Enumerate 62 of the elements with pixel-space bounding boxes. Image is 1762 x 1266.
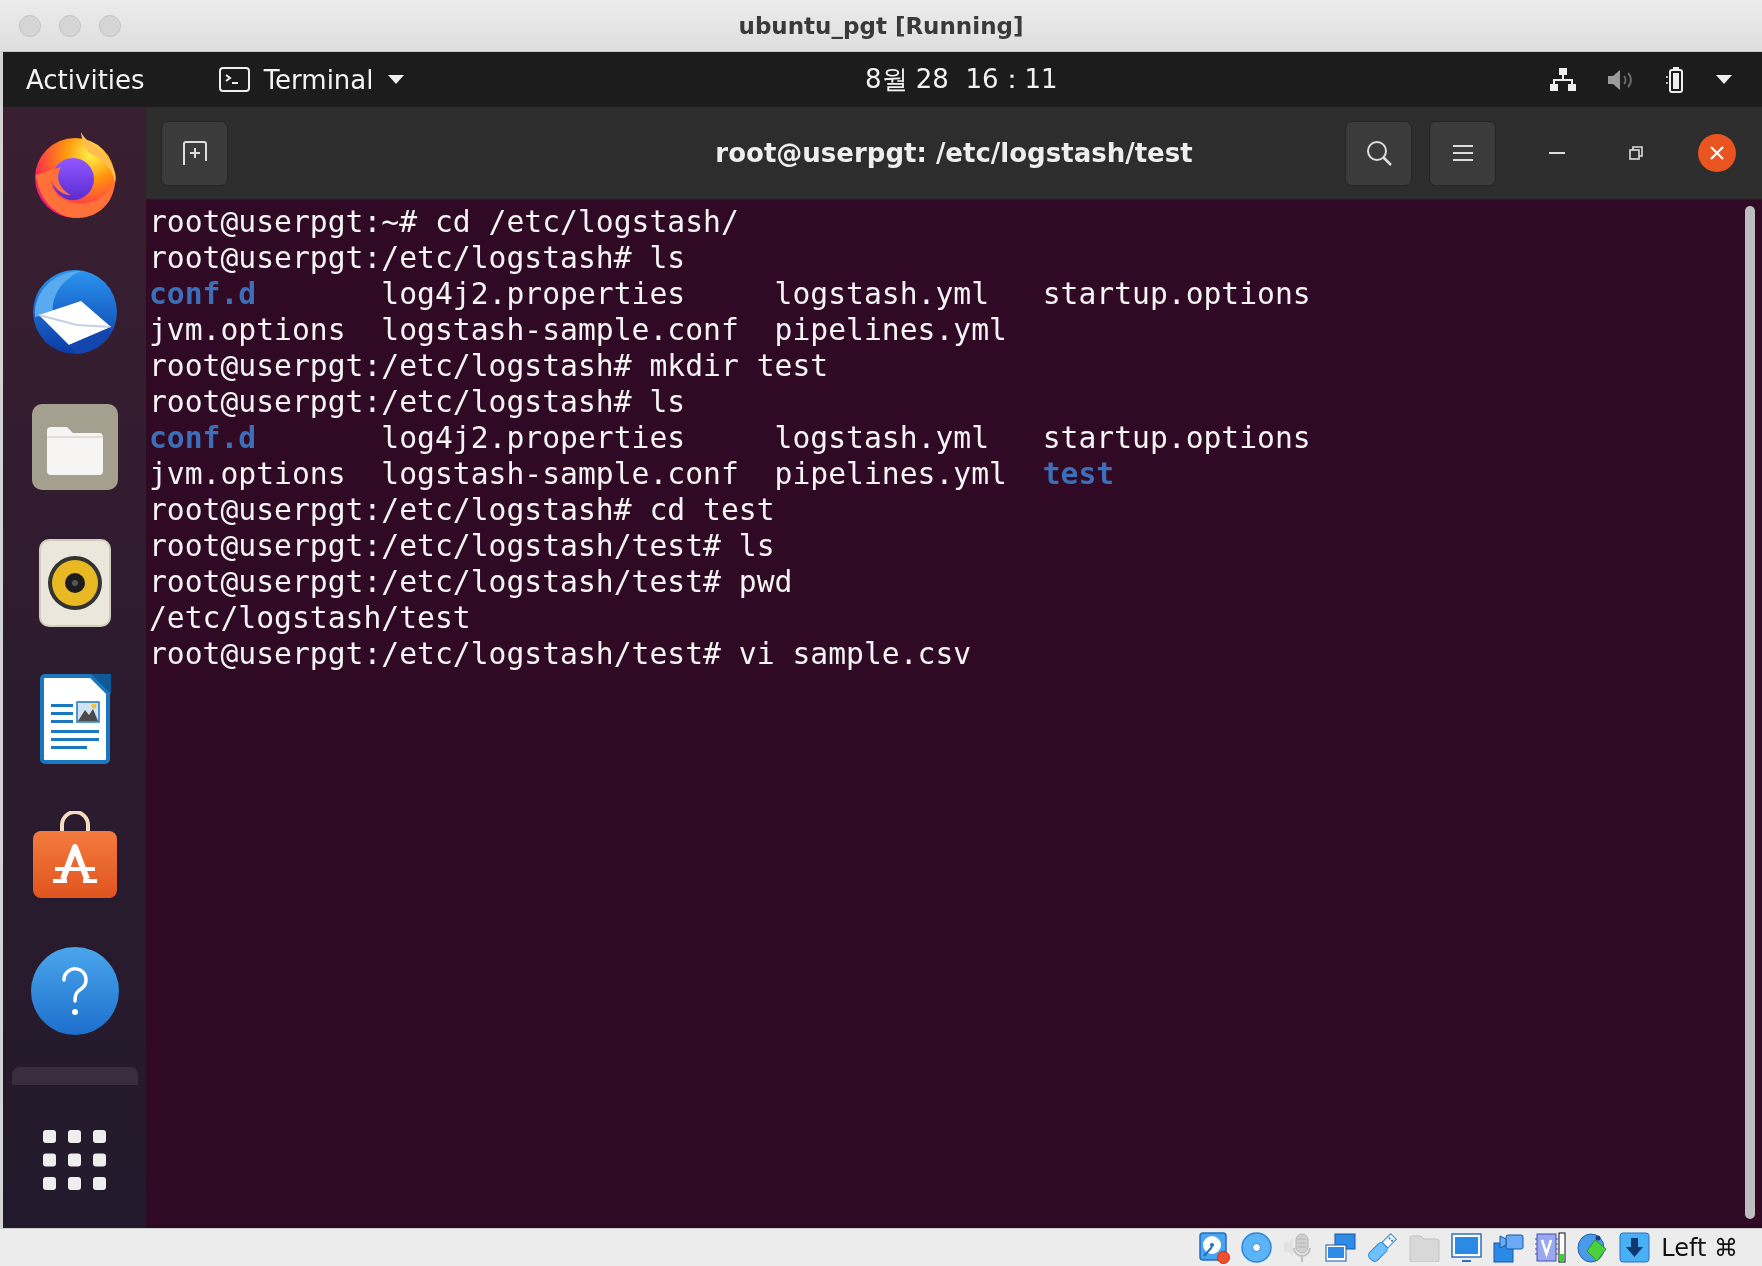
speaker-icon[interactable]: [38, 539, 111, 627]
battery-icon: [1666, 66, 1684, 93]
file-name: jvm.options: [149, 456, 346, 492]
hard-disk-icon[interactable]: [1199, 1231, 1231, 1264]
document-icon[interactable]: [38, 674, 111, 764]
file-name: jvm.options: [149, 312, 346, 348]
menu-icon: [1452, 145, 1473, 161]
search-button[interactable]: [1345, 120, 1412, 186]
directory-name: conf.d: [149, 276, 257, 312]
file-name: pipelines.yml: [774, 312, 1007, 348]
monitors-icon[interactable]: [1325, 1233, 1357, 1262]
camera-icon[interactable]: [1493, 1232, 1525, 1263]
speaker-icon: [1608, 67, 1634, 92]
shopping-bag-icon[interactable]: [30, 811, 119, 899]
caret-icon: [387, 75, 404, 84]
clock-button[interactable]: 8월 28 16：11: [865, 52, 1058, 107]
terminal-line: root@userpgt:/etc/logstash# cd test: [149, 492, 775, 528]
window-title: ubuntu_pgt [Running]: [738, 12, 1024, 39]
file-name: logstash.yml: [774, 420, 990, 456]
help-icon[interactable]: [30, 947, 119, 1035]
usb-plug-icon[interactable]: [1367, 1232, 1399, 1263]
new-tab-button[interactable]: [161, 120, 228, 186]
menu-button[interactable]: [1429, 120, 1496, 186]
tab-plus-icon: [181, 141, 208, 165]
file-name: logstash.yml: [774, 276, 990, 312]
terminal-line: root@userpgt:/etc/logstash/test# ls: [149, 528, 775, 564]
file-name: log4j2.properties: [381, 276, 686, 312]
activities-button[interactable]: Activities: [3, 52, 165, 107]
terminal-line: /etc/logstash/test: [149, 600, 471, 636]
minimize-icon: [1549, 152, 1565, 154]
scroll-bar[interactable]: [1745, 206, 1755, 1219]
directory-name: conf.d: [149, 420, 257, 456]
file-name: pipelines.yml: [774, 456, 1007, 492]
terminal-line: root@userpgt:/etc/logstash# ls: [149, 240, 686, 276]
close-button[interactable]: [1698, 134, 1736, 172]
folder-icon[interactable]: [30, 403, 119, 491]
file-name: startup.options: [1042, 420, 1311, 456]
app-grid-icon[interactable]: [43, 1130, 106, 1190]
envelope-icon[interactable]: [30, 267, 119, 355]
directory-name: test: [1042, 456, 1115, 492]
terminal-icon: [218, 67, 250, 92]
caret-icon: [1716, 75, 1732, 84]
file-name: logstash-sample.conf: [381, 312, 739, 348]
terminal-title: root@userpgt: /etc/logstash/test: [715, 138, 1193, 168]
file-name: logstash-sample.conf: [381, 456, 739, 492]
chip-icon[interactable]: [1535, 1232, 1567, 1263]
close-icon: [1710, 146, 1724, 160]
file-name: startup.options: [1042, 276, 1311, 312]
terminal-line: root@userpgt:/etc/logstash# mkdir test: [149, 348, 829, 384]
network-icon: [1550, 68, 1576, 91]
terminal-line: root@userpgt:/etc/logstash/test# vi sample.csv: [149, 636, 972, 672]
file-name: log4j2.properties: [381, 420, 686, 456]
orb-icon[interactable]: [1577, 1232, 1609, 1263]
search-icon: [1365, 140, 1392, 166]
app-menu-button[interactable]: Terminal: [218, 52, 404, 107]
host-key-label: Left ⌘: [1661, 1233, 1738, 1262]
monitor-icon[interactable]: [1451, 1232, 1483, 1263]
terminal-line: root@userpgt:/etc/logstash# ls: [149, 384, 686, 420]
terminal-line: root@userpgt:/etc/logstash/test# pwd: [149, 564, 793, 600]
terminal-line: root@userpgt:~# cd /etc/logstash/: [149, 204, 739, 240]
optical-disc-icon[interactable]: [1241, 1232, 1273, 1263]
restore-icon: [1629, 146, 1643, 160]
